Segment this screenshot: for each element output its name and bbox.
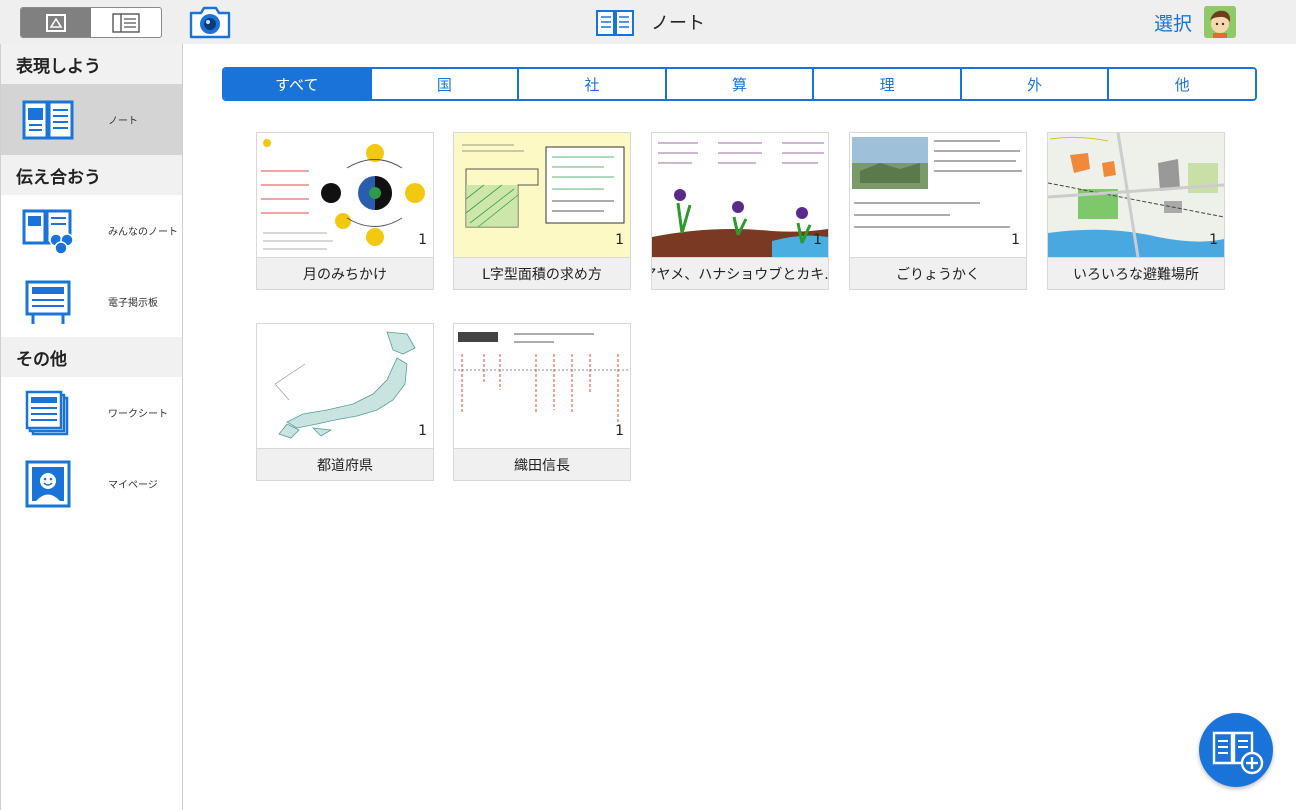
tab-social[interactable]: 社	[517, 69, 665, 99]
note-page-count: 1	[615, 423, 624, 439]
new-note-button[interactable]	[1199, 713, 1273, 787]
note-thumbnail	[1048, 133, 1224, 257]
camera-button[interactable]	[187, 3, 233, 41]
tab-science[interactable]: 理	[812, 69, 960, 99]
bulletin-board-icon	[25, 280, 71, 324]
user-avatar-icon	[1204, 6, 1236, 38]
note-thumbnail	[257, 324, 433, 448]
note-page-count: 1	[418, 423, 427, 439]
note-title: いろいろな避難場所	[1048, 257, 1224, 289]
sidebar-item-shared-notes[interactable]: みんなのノート	[1, 195, 182, 266]
note-page-count: 1	[1011, 232, 1020, 248]
tab-all[interactable]: すべて	[224, 69, 370, 99]
top-bar: ノート 選択	[0, 0, 1296, 44]
page-title: ノート	[595, 5, 705, 39]
note-card[interactable]: 1 L字型面積の求め方	[453, 132, 631, 290]
grid-view-button[interactable]	[21, 8, 91, 37]
note-title: L字型面積の求め方	[454, 257, 630, 289]
note-card[interactable]: 1 アヤメ、ハナショウブとカキ...	[651, 132, 829, 290]
tab-other[interactable]: 他	[1107, 69, 1255, 99]
note-title: 都道府県	[257, 448, 433, 480]
sidebar-item-note[interactable]: ノート	[1, 84, 182, 155]
note-title: 織田信長	[454, 448, 630, 480]
list-view-button[interactable]	[91, 8, 161, 37]
grid-view-icon	[46, 13, 66, 32]
tab-foreign-language[interactable]: 外	[959, 69, 1108, 99]
subject-tabs: すべて 国 社 算 理 外 他	[222, 67, 1257, 101]
sidebar-item-bulletin-board[interactable]: 電子掲示板	[1, 266, 182, 337]
list-view-icon	[112, 12, 140, 33]
sidebar-item-label: ワークシート	[108, 409, 168, 420]
section-header: その他	[1, 337, 182, 377]
camera-icon	[189, 6, 231, 39]
note-thumbnail	[850, 133, 1026, 257]
view-toggle	[20, 7, 162, 38]
add-notebook-icon	[1212, 731, 1264, 775]
worksheet-icon	[25, 390, 69, 436]
section-header: 伝え合おう	[1, 155, 182, 195]
sidebar: 表現しよう ノート 伝え合おう みんなのノート 電子掲示板 その他 ワークシート…	[0, 44, 183, 810]
note-page-count: 1	[813, 232, 822, 248]
note-title: ごりょうかく	[850, 257, 1026, 289]
tab-math[interactable]: 算	[664, 69, 813, 99]
note-title: アヤメ、ハナショウブとカキ...	[652, 257, 828, 289]
note-thumbnail	[454, 324, 630, 448]
note-card[interactable]: 1 織田信長	[453, 323, 631, 481]
note-card[interactable]: 1 月のみちかけ	[256, 132, 434, 290]
sidebar-item-worksheet[interactable]: ワークシート	[1, 377, 182, 448]
note-thumbnail	[257, 133, 433, 257]
note-page-count: 1	[418, 232, 427, 248]
note-card[interactable]: 1 いろいろな避難場所	[1047, 132, 1225, 290]
note-thumbnail	[652, 133, 828, 257]
notebook-icon	[596, 10, 634, 36]
note-card[interactable]: 1 都道府県	[256, 323, 434, 481]
title-text: ノート	[651, 13, 705, 34]
tab-japanese[interactable]: 国	[369, 69, 518, 99]
note-thumbnail	[454, 133, 630, 257]
avatar[interactable]	[1204, 6, 1236, 38]
select-button[interactable]: 選択	[1154, 9, 1192, 36]
note-page-count: 1	[615, 232, 624, 248]
mypage-icon	[25, 460, 71, 508]
sidebar-item-label: 電子掲示板	[108, 298, 158, 309]
notebook-icon	[22, 100, 74, 140]
note-title: 月のみちかけ	[257, 257, 433, 289]
sidebar-item-label: みんなのノート	[108, 227, 178, 238]
sidebar-item-mypage[interactable]: マイページ	[1, 448, 182, 519]
note-card[interactable]: 1 ごりょうかく	[849, 132, 1027, 290]
section-header: 表現しよう	[1, 44, 182, 84]
sidebar-item-label: ノート	[108, 116, 138, 127]
shared-notebook-icon	[22, 209, 74, 255]
sidebar-item-label: マイページ	[108, 480, 158, 491]
note-page-count: 1	[1209, 232, 1218, 248]
